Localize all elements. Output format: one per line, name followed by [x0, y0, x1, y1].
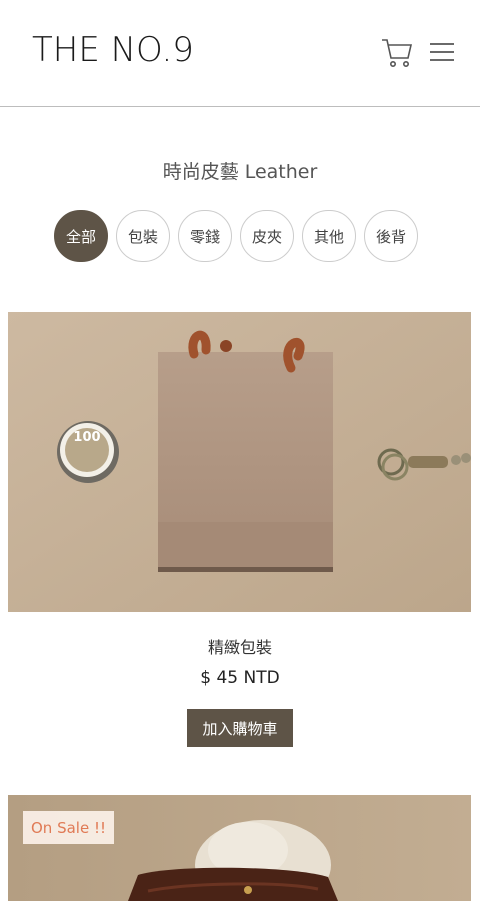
filter-all[interactable]: 全部	[54, 210, 108, 262]
product-price: $ 45 NTD	[200, 668, 280, 688]
filter-wallet[interactable]: 皮夾	[240, 210, 294, 262]
shopping-cart-icon[interactable]	[380, 36, 414, 70]
filter-coin-purse[interactable]: 零錢	[178, 210, 232, 262]
category-filter-bar: 全部 包裝 零錢 皮夾 其他 後背	[54, 210, 418, 262]
filter-backpack[interactable]: 後背	[364, 210, 418, 262]
hamburger-menu-icon[interactable]	[429, 40, 455, 64]
site-header: THE NO.9	[0, 0, 480, 107]
add-to-cart-button[interactable]: 加入購物車	[187, 709, 293, 747]
product-image-packaging[interactable]: 100	[8, 312, 471, 612]
sale-badge: On Sale !!	[23, 811, 114, 844]
site-logo[interactable]: THE NO.9	[32, 30, 194, 70]
product-name[interactable]: 精緻包裝	[0, 634, 480, 658]
filter-other[interactable]: 其他	[302, 210, 356, 262]
filter-packaging[interactable]: 包裝	[116, 210, 170, 262]
svg-text:100: 100	[73, 430, 100, 445]
category-title: 時尚皮藝 Leather	[162, 161, 318, 183]
